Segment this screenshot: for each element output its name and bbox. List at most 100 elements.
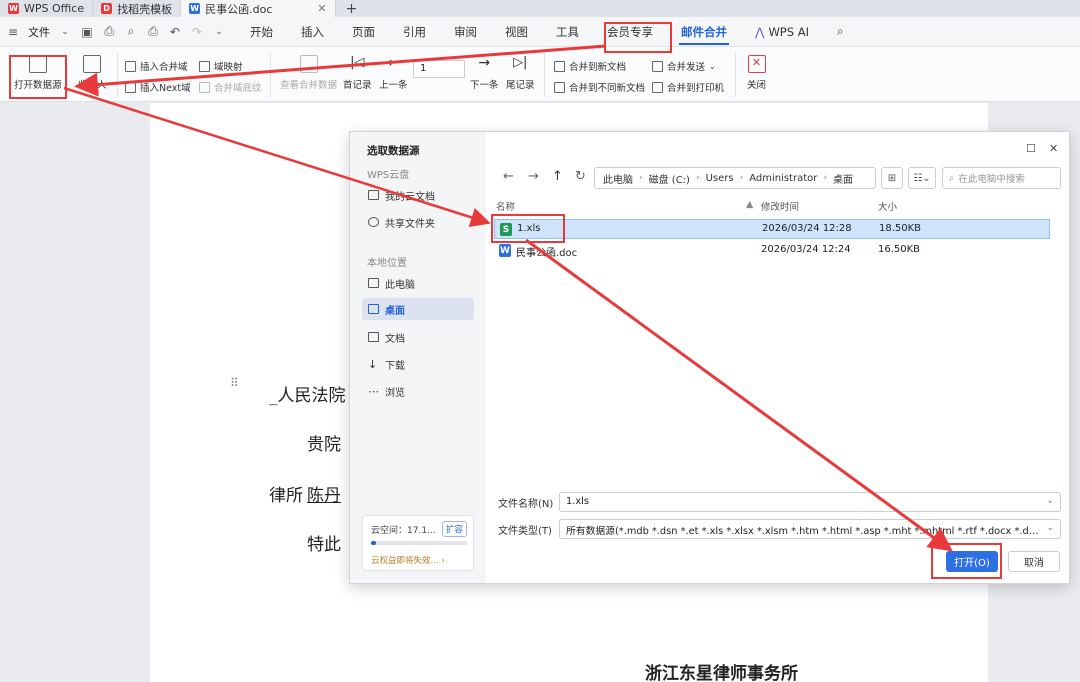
filename-input[interactable]: 1.xls ⌄ xyxy=(559,492,1061,512)
view-merged-data-button[interactable]: 查看合并数据 xyxy=(280,55,337,91)
expand-quota-button[interactable]: 扩容 xyxy=(441,521,467,537)
first-record-button[interactable]: |◁ 首记录 xyxy=(343,55,372,91)
drag-handle-icon[interactable]: ⠿ xyxy=(230,376,239,390)
sidebar-item-my-cloud-docs[interactable]: 我的云文档 xyxy=(362,184,474,206)
cancel-button[interactable]: 取消 xyxy=(1008,551,1060,572)
divider xyxy=(735,53,736,97)
path-segment[interactable]: 此电脑 xyxy=(603,171,633,186)
record-number-input[interactable]: 1 xyxy=(413,60,465,78)
merge-field-shading-button[interactable]: 合并域底纹 xyxy=(199,80,262,94)
document-icon xyxy=(368,332,379,342)
menu-wps-ai[interactable]: ⋀ WPS AI xyxy=(741,17,823,47)
sidebar-item-this-pc[interactable]: 此电脑 xyxy=(362,272,474,294)
redo-icon[interactable]: ↷ xyxy=(190,25,204,39)
quota-benefit-link[interactable]: 云权益即将失效... › xyxy=(371,554,445,566)
mail-icon xyxy=(83,55,102,73)
file-modified: 2026/03/24 12:28 xyxy=(762,223,852,234)
close-tab-icon[interactable]: ✕ xyxy=(317,2,326,15)
menu-page[interactable]: 页面 xyxy=(338,17,389,47)
menu-insert[interactable]: 插入 xyxy=(287,17,338,47)
more-icon[interactable]: ⌄ xyxy=(212,25,226,39)
tab-bar: W WPS Office D 找稻壳模板 W 民事公函.doc ✕ + xyxy=(0,0,1080,17)
dialog-sidebar: 选取数据源 WPS云盘 我的云文档 共享文件夹 本地位置 此电脑 桌面 文档 ↓… xyxy=(350,132,486,583)
file-menu[interactable]: 文件 xyxy=(28,24,50,40)
merge-to-printer-button[interactable]: 合并到打印机 xyxy=(652,80,724,94)
insert-field-icon xyxy=(125,60,136,72)
doc-line-court: _人民法院 xyxy=(269,386,346,406)
menu-icon[interactable]: ≡ xyxy=(6,25,20,39)
undo-icon[interactable]: ↶ xyxy=(168,25,182,39)
merge-printer-label: 合并到打印机 xyxy=(667,83,725,94)
print-preview-icon[interactable]: ⌕ xyxy=(124,24,138,39)
insert-next-field-button[interactable]: 插入Next域 xyxy=(125,80,191,94)
merge-to-new-doc-button[interactable]: 合并到新文档 xyxy=(554,59,626,73)
path-segment[interactable]: Administrator xyxy=(749,173,817,184)
menu-view[interactable]: 视图 xyxy=(491,17,542,47)
close-label: 关闭 xyxy=(747,80,767,91)
tab-label: 民事公函.doc xyxy=(205,2,273,16)
previous-record-button[interactable]: ← 上一条 xyxy=(379,55,408,91)
merge-to-different-docs-button[interactable]: 合并到不同新文档 xyxy=(554,80,645,94)
view-merged-label: 查看合并数据 xyxy=(280,80,338,91)
forward-arrow-icon[interactable]: → xyxy=(528,169,539,184)
close-icon[interactable]: ✕ xyxy=(1049,142,1058,155)
menu-home[interactable]: 开始 xyxy=(236,17,287,47)
tab-wps-office[interactable]: W WPS Office xyxy=(0,0,94,17)
column-size[interactable]: 大小 xyxy=(878,199,897,213)
file-row-doc[interactable]: W 民事公函.doc 2026/03/24 12:24 16.50KB xyxy=(494,241,1050,261)
new-folder-icon[interactable]: ⊞ xyxy=(881,167,903,189)
menu-references[interactable]: 引用 xyxy=(389,17,440,47)
tab-template[interactable]: D 找稻壳模板 xyxy=(93,0,182,17)
path-segment[interactable]: 磁盘 (C:) xyxy=(649,171,690,186)
path-segment[interactable]: 桌面 xyxy=(833,171,853,186)
new-tab-button[interactable]: + xyxy=(336,0,368,17)
close-icon: ✕ xyxy=(747,55,766,73)
chevron-down-icon[interactable]: ⌄ xyxy=(1046,496,1054,506)
close-mail-merge-button[interactable]: ✕ 关闭 xyxy=(747,55,766,91)
next-record-button[interactable]: → 下一条 xyxy=(470,55,499,91)
chevron-down-icon[interactable]: ⌄ xyxy=(58,25,72,39)
last-record-button[interactable]: ▷| 尾记录 xyxy=(506,55,535,91)
chevron-right-icon: › xyxy=(695,173,700,183)
column-name[interactable]: 名称 xyxy=(496,199,515,213)
sidebar-item-desktop[interactable]: 桌面 xyxy=(362,298,474,320)
file-row-xls[interactable]: S 1.xls 2026/03/24 12:28 18.50KB xyxy=(494,219,1050,239)
back-arrow-icon[interactable]: ← xyxy=(503,169,514,184)
sidebar-item-documents[interactable]: 文档 xyxy=(362,326,474,348)
refresh-icon[interactable]: ↻ xyxy=(575,169,586,184)
up-arrow-icon[interactable]: ↑ xyxy=(552,169,563,184)
insert-merge-field-button[interactable]: 插入合并域 xyxy=(125,59,188,73)
column-modified[interactable]: 修改时间 xyxy=(761,199,799,213)
menu-tools[interactable]: 工具 xyxy=(542,17,593,47)
menu-review[interactable]: 审阅 xyxy=(440,17,491,47)
filetype-select[interactable]: 所有数据源(*.mdb *.dsn *.et *.xls *.xlsx *.xl… xyxy=(559,519,1061,539)
highlight-xls-file xyxy=(491,214,565,243)
save-icon[interactable]: ▣ xyxy=(80,25,94,39)
merge-send-button[interactable]: 合并发送 ⌄ xyxy=(652,59,716,73)
address-bar[interactable]: 此电脑 › 磁盘 (C:) › Users › Administrator › 桌面 xyxy=(594,167,876,189)
quota-progress-fill xyxy=(371,541,376,545)
sidebar-item-downloads[interactable]: ↓ 下载 xyxy=(362,353,474,375)
print-icon[interactable]: ⎙ xyxy=(146,24,160,39)
more-dots-icon: ⋯ xyxy=(368,384,379,398)
export-pdf-icon[interactable]: ⎙ xyxy=(102,24,116,39)
sidebar-item-label: 文档 xyxy=(385,333,405,345)
field-map-button[interactable]: 域映射 xyxy=(199,59,243,73)
maximize-icon[interactable]: ☐ xyxy=(1026,142,1036,155)
tab-document[interactable]: W 民事公函.doc ✕ xyxy=(181,0,336,17)
sidebar-item-shared-folder[interactable]: 共享文件夹 xyxy=(362,211,474,233)
chevron-down-icon[interactable]: ⌄ xyxy=(1046,523,1054,533)
recipients-button[interactable]: 收件人 xyxy=(78,55,107,91)
menu-mail-merge[interactable]: 邮件合并 xyxy=(667,17,741,47)
path-segment[interactable]: Users xyxy=(706,173,734,184)
field-map-label: 域映射 xyxy=(214,62,243,73)
insert-merge-field-label: 插入合并域 xyxy=(140,62,188,73)
search-icon[interactable]: ⌕ xyxy=(823,17,857,47)
view-options-icon[interactable]: ☷⌄ xyxy=(908,167,936,189)
sidebar-item-browse[interactable]: ⋯ 浏览 xyxy=(362,380,474,402)
cloud-group-label: WPS云盘 xyxy=(367,170,410,181)
search-input[interactable]: ⌕ 在此电脑中搜索 xyxy=(942,167,1061,189)
highlight-open-data-source xyxy=(9,55,67,99)
select-data-source-dialog: 选取数据源 WPS云盘 我的云文档 共享文件夹 本地位置 此电脑 桌面 文档 ↓… xyxy=(349,131,1070,584)
shading-icon xyxy=(199,81,210,93)
